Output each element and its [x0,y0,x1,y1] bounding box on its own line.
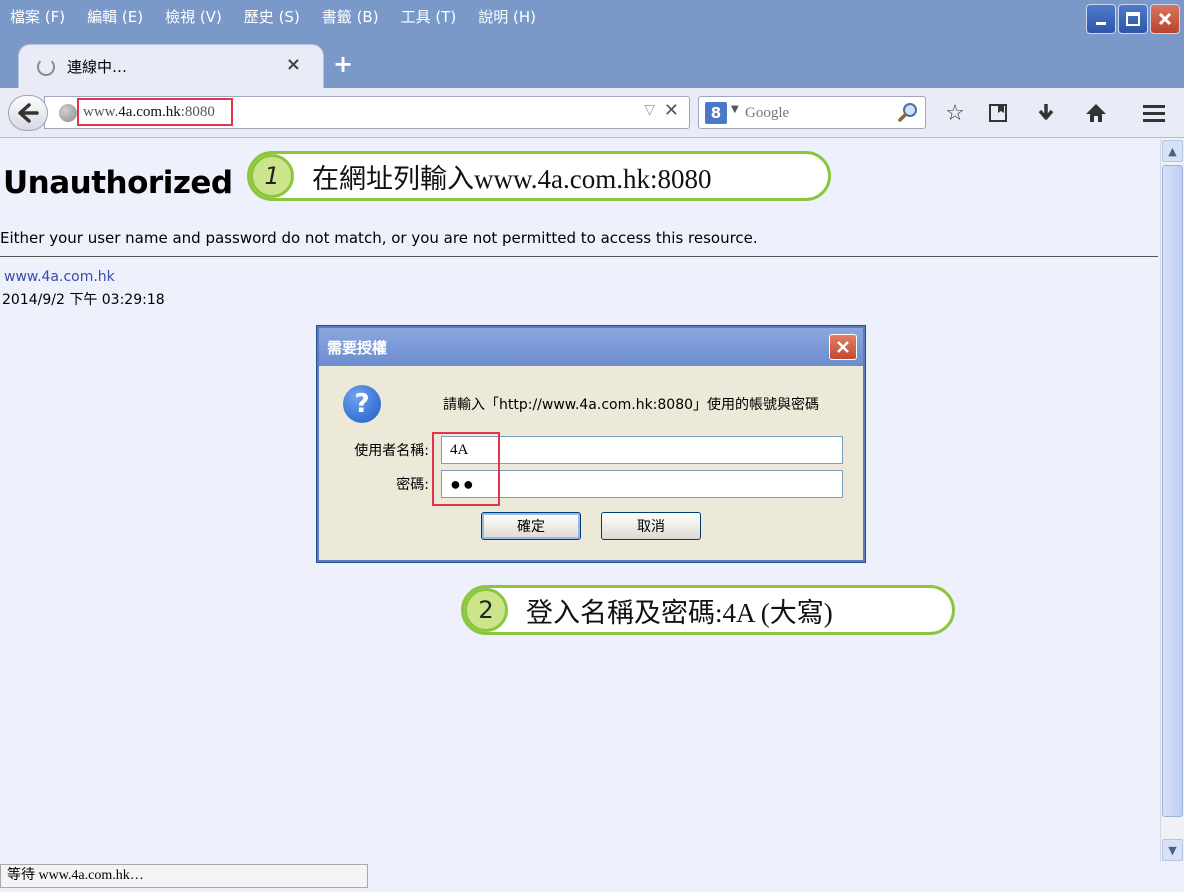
callout-number: 2 [464,588,508,632]
page-title: Unauthorized [3,165,233,201]
back-arrow-icon [18,103,39,123]
search-input[interactable] [745,101,885,125]
divider [0,256,1158,257]
stop-icon[interactable]: ✕ [664,100,679,121]
search-icon[interactable] [897,101,919,123]
username-label: 使用者名稱: [354,443,429,459]
menu-tools[interactable]: 工具 (T) [401,6,457,27]
status-text: 等待 www.4a.com.hk… [0,864,368,888]
footer-timestamp: 2014/9/2 下午 03:29:18 [2,292,165,308]
close-icon [1158,12,1172,26]
window-titlebar: 檔案 (F) 編輯 (E) 檢視 (V) 歷史 (S) 書籤 (B) 工具 (T… [0,0,1184,38]
bookmarks-list-icon[interactable] [984,99,1012,127]
scroll-down-icon[interactable]: ▼ [1162,839,1183,861]
window-controls [1086,4,1180,34]
site-identity-icon[interactable] [59,104,77,122]
minimize-icon [1096,22,1106,25]
dialog-close-button[interactable] [829,334,857,360]
callout-step-1: 1 在網址列輸入www.4a.com.hk:8080 [247,151,831,201]
minimize-button[interactable] [1086,4,1116,34]
home-icon[interactable] [1082,99,1110,127]
bookmark-star-icon[interactable]: ☆ [941,99,969,127]
question-icon: ? [343,385,381,423]
google-engine-icon[interactable]: 8 [705,102,727,124]
callout-number: 1 [250,154,294,198]
menu-hamburger-icon[interactable] [1140,99,1168,127]
maximize-button[interactable] [1118,4,1148,34]
vertical-scrollbar[interactable]: ▲ ▼ [1160,139,1184,862]
menu-bar: 檔案 (F) 編輯 (E) 檢視 (V) 歷史 (S) 書籤 (B) 工具 (T… [0,0,558,32]
password-field[interactable]: ●● [441,470,843,498]
callout-text: 在網址列輸入www.4a.com.hk:8080 [312,163,712,194]
tab-current[interactable]: 連線中… × [18,44,324,88]
username-field[interactable]: 4A [441,436,843,464]
dialog-title: 需要授權 [327,338,388,357]
tab-strip: 連線中… × + [0,38,1184,88]
download-icon[interactable] [1032,99,1060,127]
callout-text: 登入名稱及密碼:4A (大寫) [526,597,833,628]
chevron-down-icon[interactable]: ▼ [731,104,739,115]
menu-history[interactable]: 歷史 (S) [244,6,300,27]
url-port: :8080 [180,104,215,120]
password-label: 密碼: [396,477,429,493]
auth-dialog: 需要授權 ? 請輸入「http://www.4a.com.hk:8080」使用的… [317,326,865,562]
tab-close-icon[interactable]: × [286,54,301,75]
status-bar: 等待 www.4a.com.hk… [0,862,1184,892]
menu-edit[interactable]: 編輯 (E) [87,6,143,27]
ok-button[interactable]: 確定 [481,512,581,540]
url-prefix: www. [83,104,119,120]
new-tab-button[interactable]: + [330,52,356,78]
menu-view[interactable]: 檢視 (V) [165,6,222,27]
maximize-icon [1126,12,1140,26]
url-history-dropdown-icon[interactable]: ▽ [644,102,655,118]
scroll-up-icon[interactable]: ▲ [1162,140,1183,162]
url-text[interactable]: www.4a.com.hk:8080 [77,98,233,126]
callout-step-2: 2 登入名稱及密碼:4A (大寫) [461,585,955,635]
close-icon [837,341,849,353]
footer-link[interactable]: www.4a.com.hk [4,269,115,285]
scroll-thumb[interactable] [1162,165,1183,817]
error-message: Either your user name and password do no… [0,229,758,247]
tab-title: 連線中… [67,58,128,76]
search-bar[interactable]: 8 ▼ [698,96,926,129]
menu-help[interactable]: 說明 (H) [478,6,536,27]
dialog-prompt: 請輸入「http://www.4a.com.hk:8080」使用的帳號與密碼 [443,397,820,413]
navigation-toolbar: www.4a.com.hk:8080 ▽ ✕ 8 ▼ ☆ [0,88,1184,138]
window-close-button[interactable] [1150,4,1180,34]
cancel-button[interactable]: 取消 [601,512,701,540]
url-bar[interactable]: www.4a.com.hk:8080 ▽ ✕ [44,96,690,129]
back-button[interactable] [8,95,48,131]
menu-file[interactable]: 檔案 (F) [10,6,65,27]
loading-spinner-icon [37,57,55,76]
menu-bookmarks[interactable]: 書籤 (B) [322,6,379,27]
url-host: 4a.com.hk [118,104,181,120]
dialog-titlebar: 需要授權 [319,328,863,366]
